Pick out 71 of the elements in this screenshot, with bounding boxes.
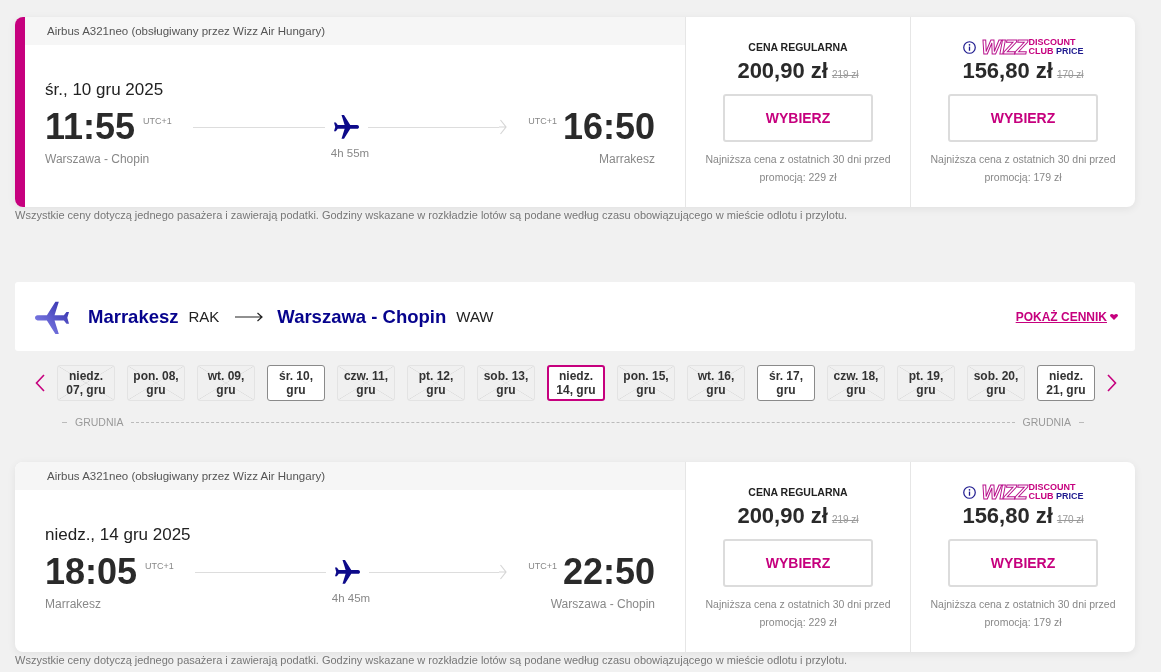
arrival-city: Warszawa - Chopin xyxy=(550,597,655,611)
disclaimer-text: Wszystkie ceny dotyczą jednego pasażera i zawierają podatki. Godziny wskazane w rozkładzie lotów są podane według czasu obowiązującego w mieście odlotu i przylotu. xyxy=(15,208,849,222)
disclaimer-text: Wszystkie ceny dotyczą jednego pasażera i zawierają podatki. Godziny wskazane w rozkładzie lotów są podane według czasu obowiązującego w mieście odlotu i przylotu. xyxy=(15,653,849,667)
airplane-icon xyxy=(35,299,69,334)
previous-dates-button[interactable] xyxy=(35,374,45,392)
old-price: 219 zł xyxy=(831,69,859,81)
heart-icon xyxy=(1110,313,1118,320)
chevron-left-icon xyxy=(35,374,45,392)
old-price: 170 zł xyxy=(1056,514,1084,526)
timezone-label: UTC+1 xyxy=(145,561,174,571)
date-tile[interactable]: niedz. 14, gru xyxy=(547,365,605,401)
fare-price: 156,80 zł xyxy=(962,502,1053,530)
date-tile[interactable]: pt. 12, gru xyxy=(407,365,465,401)
timezone-label: UTC+1 xyxy=(528,561,557,571)
date-tile[interactable]: śr. 17, gru xyxy=(757,365,815,401)
month-label: GRUDNIA xyxy=(1022,415,1071,429)
select-button[interactable]: WYBIERZ xyxy=(723,94,873,142)
date-tile[interactable]: wt. 09, gru xyxy=(197,365,255,401)
timezone-label: UTC+1 xyxy=(143,116,172,126)
info-icon[interactable] xyxy=(962,485,976,499)
date-tile[interactable]: niedz. 21, gru xyxy=(1037,365,1095,401)
departure-city: Marrakesz xyxy=(45,597,102,611)
chevron-right-icon xyxy=(1107,374,1117,392)
info-icon[interactable] xyxy=(962,40,976,54)
date-tile[interactable]: czw. 18, gru xyxy=(827,365,885,401)
old-price: 170 zł xyxy=(1056,69,1084,81)
airplane-icon xyxy=(333,114,359,140)
flight-duration: 4h 45m xyxy=(331,591,371,605)
arrival-city: Marrakesz xyxy=(599,152,655,166)
lowest-price-note: Najniższa cena z ostatnich 30 dni przed promocją: 229 zł xyxy=(704,597,892,630)
date-tile[interactable]: pon. 15, gru xyxy=(617,365,675,401)
select-button[interactable]: WYBIERZ xyxy=(723,539,873,587)
date-tile[interactable]: pt. 19, gru xyxy=(897,365,955,401)
departure-time: 11:55 xyxy=(45,109,136,145)
date-tile[interactable]: sob. 20, gru xyxy=(967,365,1025,401)
old-price: 219 zł xyxy=(831,514,859,526)
date-tile[interactable]: czw. 11, gru xyxy=(337,365,395,401)
price-list-link[interactable]: POKAŻ CENNIK xyxy=(1015,307,1118,326)
date-tile[interactable]: niedz. 07, gru xyxy=(57,365,115,401)
departure-time: 18:05 xyxy=(45,554,138,590)
next-dates-button[interactable] xyxy=(1107,374,1117,392)
select-button[interactable]: WYBIERZ xyxy=(948,539,1098,587)
select-button[interactable]: WYBIERZ xyxy=(948,94,1098,142)
date-tile[interactable]: wt. 16, gru xyxy=(687,365,745,401)
fare-price: 200,90 zł xyxy=(737,57,828,85)
date-tile[interactable]: pon. 08, gru xyxy=(127,365,185,401)
arrival-time: 22:50 xyxy=(562,554,655,590)
airport-code: WAW xyxy=(456,307,494,326)
airplane-icon xyxy=(334,559,360,585)
flight-date: niedz., 14 gru 2025 xyxy=(45,525,192,545)
airport-code: RAK xyxy=(188,307,220,326)
arrival-time: 16:50 xyxy=(562,109,655,145)
origin-city: Marrakesz xyxy=(88,305,179,328)
aircraft-info: Airbus A321neo (obsługiwany przez Wizz Air Hungary) xyxy=(47,24,326,38)
destination-city: Warszawa - Chopin xyxy=(277,305,447,328)
arrow-right-icon xyxy=(235,311,264,322)
flight-duration: 4h 55m xyxy=(330,146,370,160)
timezone-label: UTC+1 xyxy=(528,116,557,126)
lowest-price-note: Najniższa cena z ostatnich 30 dni przed promocją: 229 zł xyxy=(704,152,892,185)
aircraft-info: Airbus A321neo (obsługiwany przez Wizz Air Hungary) xyxy=(47,469,326,483)
date-tile[interactable]: sob. 13, gru xyxy=(477,365,535,401)
departure-city: Warszawa - Chopin xyxy=(45,152,151,166)
fare-label: CENA REGULARNA xyxy=(748,486,848,498)
date-tile[interactable]: śr. 10, gru xyxy=(267,365,325,401)
fare-price: 156,80 zł xyxy=(962,57,1053,85)
month-label: GRUDNIA xyxy=(75,415,124,429)
lowest-price-note: Najniższa cena z ostatnich 30 dni przed promocją: 179 zł xyxy=(929,597,1117,630)
fare-price: 200,90 zł xyxy=(737,502,828,530)
flight-date: śr., 10 gru 2025 xyxy=(45,80,165,100)
fare-label: CENA REGULARNA xyxy=(748,41,848,53)
lowest-price-note: Najniższa cena z ostatnich 30 dni przed promocją: 179 zł xyxy=(929,152,1117,185)
